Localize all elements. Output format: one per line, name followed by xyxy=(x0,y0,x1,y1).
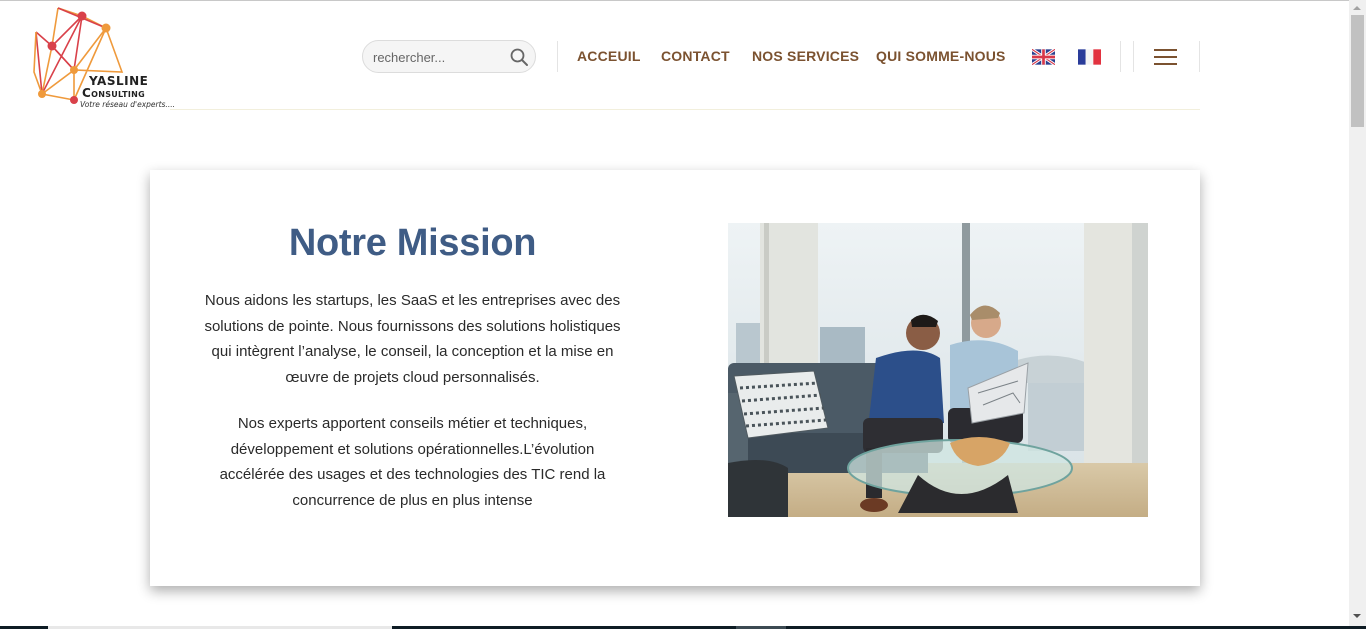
site-header: YASLINE Consulting Votre réseau d'expert… xyxy=(0,0,1349,112)
mission-card: Notre Mission Nous aidons les startups, … xyxy=(150,170,1200,586)
search-box xyxy=(362,40,536,73)
logo-subname: Consulting xyxy=(82,86,146,100)
scroll-up-arrow-icon[interactable] xyxy=(1353,6,1361,10)
nav-divider xyxy=(1199,41,1200,72)
nav-divider xyxy=(1120,41,1121,72)
hamburger-menu-icon[interactable] xyxy=(1154,48,1178,66)
office-meeting-image xyxy=(728,223,1148,517)
nav-divider xyxy=(557,41,558,72)
scroll-thumb[interactable] xyxy=(1351,15,1364,127)
header-underline xyxy=(170,109,1200,110)
nav-nos-services[interactable]: NOS SERVICES xyxy=(752,48,859,64)
page-scrollbar[interactable] xyxy=(1349,0,1366,629)
search-input[interactable] xyxy=(373,48,503,66)
mission-title: Notre Mission xyxy=(288,222,537,264)
mission-photo xyxy=(728,223,1148,517)
mission-paragraph-1: Nous aidons les startups, les SaaS et le… xyxy=(204,292,621,386)
nav-qui-somme-nous[interactable]: QUI SOMME-NOUS xyxy=(876,48,1006,64)
search-icon[interactable] xyxy=(509,47,529,67)
nav-contact[interactable]: CONTACT xyxy=(661,48,730,64)
france-flag-icon[interactable] xyxy=(1078,49,1101,65)
mission-paragraph-2: Nos experts apportent conseils métier et… xyxy=(219,415,606,509)
scroll-down-arrow-icon[interactable] xyxy=(1353,614,1361,618)
uk-flag-icon[interactable] xyxy=(1032,49,1055,65)
nav-divider xyxy=(1133,41,1134,72)
nav-acceuil[interactable]: ACCEUIL xyxy=(577,48,641,64)
logo-tagline: Votre réseau d'experts.... xyxy=(80,100,175,109)
logo[interactable]: YASLINE Consulting Votre réseau d'expert… xyxy=(30,2,175,110)
